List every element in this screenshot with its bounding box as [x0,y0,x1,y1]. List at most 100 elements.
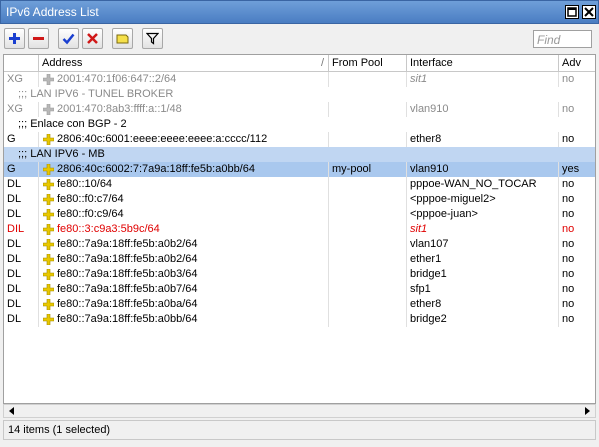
interface-cell: vlan107 [407,237,559,252]
address-text: fe80::3:c9a3:5b9c/64 [57,223,160,235]
advertise-cell: no [562,103,575,115]
table-row[interactable]: G 2806:40c:6002:7:7a9a:18ff:fe5b:a0bb/64 m… [4,162,595,177]
toolbar: Find [0,24,599,54]
interface-cell: <pppoe-miguel2> [407,192,559,207]
address-cell: 2806:40c:6002:7:7a9a:18ff:fe5b:a0bb/64 [39,162,329,177]
from-pool-cell [329,102,407,117]
address-pin-icon [43,224,54,235]
address-text: 2806:40c:6002:7:7a9a:18ff:fe5b:a0bb/64 [57,163,255,175]
table-row[interactable]: DL fe80::7a9a:18ff:fe5b:a0b3/64 bridge1 no [4,267,595,282]
address-cell: fe80::10/64 [39,177,329,192]
address-cell: 2806:40c:6001:eeee:eeee:eeee:a:cccc/112 [39,132,329,147]
comment-icon [116,34,129,44]
table-row[interactable]: XG 2001:470:1f06:647::2/64 sit1 no [4,72,595,87]
filter-button[interactable] [142,28,163,49]
table-row[interactable]: DL fe80::10/64 pppoe-WAN_NO_TOCAR no [4,177,595,192]
comment-row[interactable]: ;;; Enlace con BGP - 2 [4,117,595,132]
comment-text: ;;; LAN IPV6 - MB [18,148,105,160]
from-pool-cell [329,237,407,252]
status-bar: 14 items (1 selected) [3,420,596,440]
table-row[interactable]: G 2806:40c:6001:eeee:eeee:eeee:a:cccc/112… [4,132,595,147]
column-header-address[interactable]: Address / [39,55,329,72]
remove-button[interactable] [28,28,49,49]
flags-cell: DL [4,312,39,327]
flags-cell: DL [4,192,39,207]
find-input[interactable]: Find [533,30,592,48]
table-row[interactable]: DL fe80::7a9a:18ff:fe5b:a0bb/64 bridge2 no [4,312,595,327]
disable-button[interactable] [82,28,103,49]
scroll-left-arrow-icon[interactable] [8,407,16,415]
from-pool-cell [329,177,407,192]
address-text: fe80::f0:c7/64 [57,193,124,205]
address-pin-icon [43,194,54,205]
address-cell: fe80::7a9a:18ff:fe5b:a0b2/64 [39,252,329,267]
address-pin-icon [43,179,54,190]
address-text: 2806:40c:6001:eeee:eeee:eeee:a:cccc/112 [57,133,268,145]
advertise-cell: no [562,178,575,190]
address-cell: fe80::7a9a:18ff:fe5b:a0ba/64 [39,297,329,312]
interface-cell: bridge1 [407,267,559,282]
address-cell: 2001:470:1f06:647::2/64 [39,72,329,87]
scroll-right-arrow-icon[interactable] [583,407,591,415]
from-pool-cell [329,267,407,282]
interface-cell: <pppoe-juan> [407,207,559,222]
address-text: fe80::7a9a:18ff:fe5b:a0bb/64 [57,313,198,325]
column-header-from-pool[interactable]: From Pool [329,55,407,72]
horizontal-scrollbar[interactable] [3,404,596,418]
comment-row[interactable]: ;;; LAN IPV6 - TUNEL BROKER [4,87,595,102]
from-pool-cell: my-pool [329,162,407,177]
flags-cell: XG [4,72,39,87]
interface-cell: ether8 [407,297,559,312]
comment-button[interactable] [112,28,133,49]
table-row[interactable]: DIL fe80::3:c9a3:5b9c/64 sit1 no [4,222,595,237]
add-button[interactable] [4,28,25,49]
advertise-cell: no [562,253,575,265]
from-pool-cell [329,72,407,87]
flags-cell: DL [4,237,39,252]
table-row[interactable]: DL fe80::7a9a:18ff:fe5b:a0b2/64 ether1 no [4,252,595,267]
table-row[interactable]: DL fe80::f0:c7/64 <pppoe-miguel2> no [4,192,595,207]
close-window-button[interactable] [582,5,596,19]
flags-cell: DL [4,177,39,192]
address-text: fe80::7a9a:18ff:fe5b:a0b2/64 [57,238,198,250]
window-titlebar[interactable]: IPv6 Address List [0,0,599,24]
table-header: Address / From Pool Interface Adv [4,55,595,72]
from-pool-cell [329,312,407,327]
address-cell: fe80::7a9a:18ff:fe5b:a0b3/64 [39,267,329,282]
comment-text: ;;; Enlace con BGP - 2 [18,118,127,130]
address-cell: 2001:470:8ab3:ffff:a::1/48 [39,102,329,117]
advertise-cell: no [562,193,575,205]
from-pool-cell [329,252,407,267]
address-pin-icon [43,239,54,250]
table-row[interactable]: XG 2001:470:8ab3:ffff:a::1/48 vlan910 no [4,102,595,117]
comment-row[interactable]: ;;; LAN IPV6 - MB [4,147,595,162]
restore-window-button[interactable] [565,5,579,19]
advertise-cell: no [562,208,575,220]
column-header-advertise[interactable]: Adv [559,55,595,72]
advertise-cell: no [562,223,575,235]
enable-button[interactable] [58,28,79,49]
advertise-cell: no [562,283,575,295]
advertise-cell: no [562,238,575,250]
table-row[interactable]: DL fe80::7a9a:18ff:fe5b:a0b7/64 sfp1 no [4,282,595,297]
interface-cell: vlan910 [407,162,559,177]
table-row[interactable]: DL fe80::7a9a:18ff:fe5b:a0b2/64 vlan107 no [4,237,595,252]
flags-cell: G [4,132,39,147]
column-header-flags[interactable] [4,55,39,72]
address-pin-icon [43,299,54,310]
address-text: fe80::7a9a:18ff:fe5b:a0ba/64 [57,298,198,310]
close-icon [584,7,594,17]
address-cell: fe80::f0:c9/64 [39,207,329,222]
from-pool-cell [329,282,407,297]
table-row[interactable]: DL fe80::7a9a:18ff:fe5b:a0ba/64 ether8 no [4,297,595,312]
column-header-interface[interactable]: Interface [407,55,559,72]
from-pool-cell [329,222,407,237]
table-row[interactable]: DL fe80::f0:c9/64 <pppoe-juan> no [4,207,595,222]
comment-text: ;;; LAN IPV6 - TUNEL BROKER [18,88,174,100]
address-cell: fe80::f0:c7/64 [39,192,329,207]
address-pin-icon [43,104,54,115]
address-pin-icon [43,134,54,145]
flags-cell: DL [4,267,39,282]
filter-icon [146,32,159,45]
address-pin-icon [43,314,54,325]
